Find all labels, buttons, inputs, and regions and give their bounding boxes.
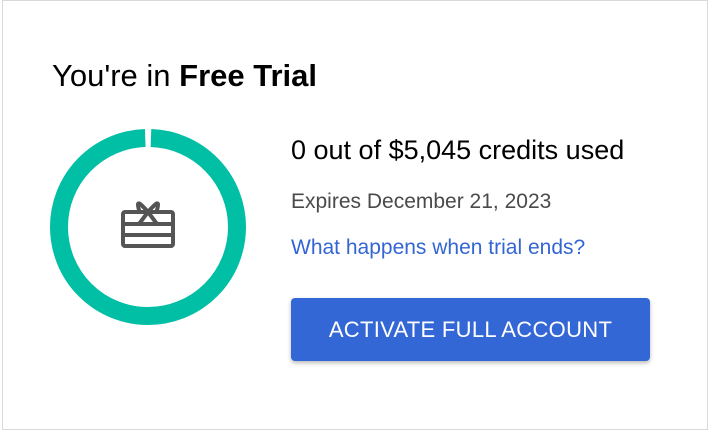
- activate-full-account-button[interactable]: ACTIVATE FULL ACCOUNT: [291, 298, 650, 361]
- credits-used-text: 0 out of $5,045 credits used: [291, 135, 625, 165]
- trial-ends-link[interactable]: What happens when trial ends?: [291, 234, 585, 262]
- title-bold: Free Trial: [179, 58, 318, 93]
- expiry-date-text: Expires December 21, 2023: [291, 190, 552, 213]
- title-prefix: You're in: [52, 58, 180, 93]
- gift-card-icon: [121, 201, 175, 248]
- card-title: You're in Free Trial: [52, 57, 317, 95]
